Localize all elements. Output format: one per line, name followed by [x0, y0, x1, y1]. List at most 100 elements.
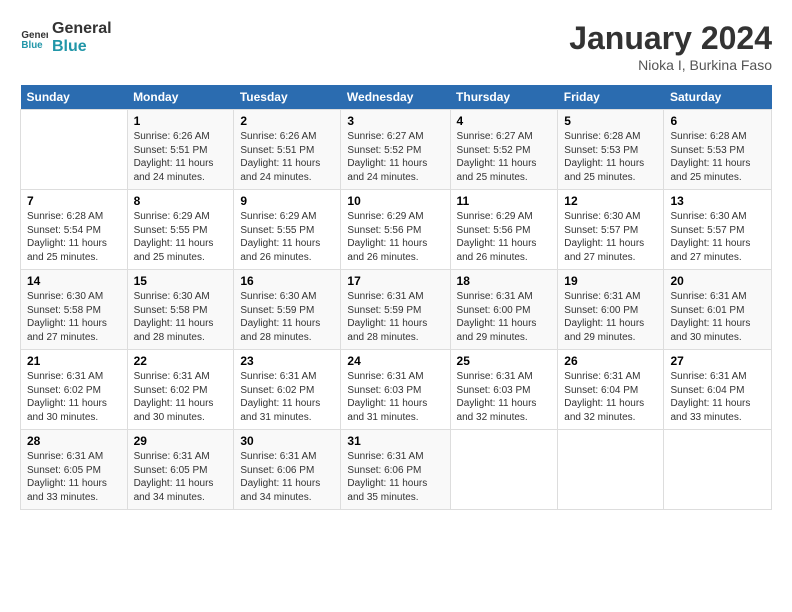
day-info: Sunrise: 6:30 AM Sunset: 5:58 PM Dayligh…	[27, 290, 121, 344]
day-number: 13	[670, 194, 765, 208]
calendar-cell: 30 Sunrise: 6:31 AM Sunset: 6:06 PM Dayli…	[234, 430, 341, 510]
calendar-cell: 18Sunrise: 6:31 AM Sunset: 6:00 PM Dayli…	[450, 270, 558, 350]
day-info: Sunrise: 6:30 AM Sunset: 5:57 PM Dayligh…	[564, 210, 657, 264]
calendar-cell: 13 Sunrise: 6:30 AM Sunset: 5:57 PM Dayli…	[664, 190, 772, 270]
logo: General Blue General Blue	[20, 20, 112, 55]
calendar-cell: 7 Sunrise: 6:28 AM Sunset: 5:54 PM Daylig…	[21, 190, 128, 270]
day-info: Sunrise: 6:31 AM Sunset: 6:03 PM Dayligh…	[347, 370, 443, 424]
day-header-thursday: Thursday	[450, 85, 558, 110]
calendar-cell: 27 Sunrise: 6:31 AM Sunset: 6:04 PM Dayli…	[664, 350, 772, 430]
day-info: Sunrise: 6:31 AM Sunset: 6:06 PM Dayligh…	[240, 450, 334, 504]
day-number: 28	[27, 434, 121, 448]
day-number: 10	[347, 194, 443, 208]
day-info: Sunrise: 6:31 AM Sunset: 6:02 PM Dayligh…	[27, 370, 121, 424]
logo-general: General	[52, 20, 112, 38]
calendar-cell: 14 Sunrise: 6:30 AM Sunset: 5:58 PM Dayli…	[21, 270, 128, 350]
calendar-cell: 26 Sunrise: 6:31 AM Sunset: 6:04 PM Dayli…	[558, 350, 664, 430]
calendar-cell: 6 Sunrise: 6:28 AM Sunset: 5:53 PM Daylig…	[664, 110, 772, 190]
day-info: Sunrise: 6:30 AM Sunset: 5:57 PM Dayligh…	[670, 210, 765, 264]
day-header-wednesday: Wednesday	[341, 85, 450, 110]
day-number: 21	[27, 354, 121, 368]
day-header-saturday: Saturday	[664, 85, 772, 110]
calendar-cell: 4Sunrise: 6:27 AM Sunset: 5:52 PM Daylig…	[450, 110, 558, 190]
calendar-cell: 15Sunrise: 6:30 AM Sunset: 5:58 PM Dayli…	[127, 270, 234, 350]
day-number: 3	[347, 114, 443, 128]
svg-text:Blue: Blue	[21, 39, 43, 50]
calendar-cell	[664, 430, 772, 510]
calendar-cell: 3 Sunrise: 6:27 AM Sunset: 5:52 PM Daylig…	[341, 110, 450, 190]
calendar-cell: 23Sunrise: 6:31 AM Sunset: 6:02 PM Dayli…	[234, 350, 341, 430]
day-info: Sunrise: 6:31 AM Sunset: 6:04 PM Dayligh…	[564, 370, 657, 424]
calendar-cell: 19Sunrise: 6:31 AM Sunset: 6:00 PM Dayli…	[558, 270, 664, 350]
day-number: 16	[240, 274, 334, 288]
calendar-cell: 16 Sunrise: 6:30 AM Sunset: 5:59 PM Dayli…	[234, 270, 341, 350]
calendar-cell: 29 Sunrise: 6:31 AM Sunset: 6:05 PM Dayli…	[127, 430, 234, 510]
calendar-cell: 2 Sunrise: 6:26 AM Sunset: 5:51 PM Daylig…	[234, 110, 341, 190]
location-subtitle: Nioka I, Burkina Faso	[569, 57, 772, 73]
day-number: 17	[347, 274, 443, 288]
week-row-1: 1 Sunrise: 6:26 AM Sunset: 5:51 PM Daylig…	[21, 110, 772, 190]
day-number: 22	[134, 354, 228, 368]
calendar-cell	[450, 430, 558, 510]
day-number: 31	[347, 434, 443, 448]
day-number: 12	[564, 194, 657, 208]
calendar-header-row: SundayMondayTuesdayWednesdayThursdayFrid…	[21, 85, 772, 110]
calendar-cell	[21, 110, 128, 190]
day-number: 30	[240, 434, 334, 448]
day-info: Sunrise: 6:31 AM Sunset: 6:04 PM Dayligh…	[670, 370, 765, 424]
day-info: Sunrise: 6:29 AM Sunset: 5:55 PM Dayligh…	[134, 210, 228, 264]
day-info: Sunrise: 6:26 AM Sunset: 5:51 PM Dayligh…	[134, 130, 228, 184]
week-row-5: 28 Sunrise: 6:31 AM Sunset: 6:05 PM Dayli…	[21, 430, 772, 510]
calendar-cell: 8 Sunrise: 6:29 AM Sunset: 5:55 PM Daylig…	[127, 190, 234, 270]
calendar-cell: 21 Sunrise: 6:31 AM Sunset: 6:02 PM Dayli…	[21, 350, 128, 430]
week-row-2: 7 Sunrise: 6:28 AM Sunset: 5:54 PM Daylig…	[21, 190, 772, 270]
day-number: 27	[670, 354, 765, 368]
day-number: 25	[457, 354, 552, 368]
day-info: Sunrise: 6:31 AM Sunset: 6:03 PM Dayligh…	[457, 370, 552, 424]
day-header-tuesday: Tuesday	[234, 85, 341, 110]
day-info: Sunrise: 6:31 AM Sunset: 6:01 PM Dayligh…	[670, 290, 765, 344]
day-info: Sunrise: 6:31 AM Sunset: 6:06 PM Dayligh…	[347, 450, 443, 504]
day-number: 7	[27, 194, 121, 208]
page-header: General Blue General Blue January 2024 N…	[20, 20, 772, 73]
day-number: 4	[457, 114, 552, 128]
day-info: Sunrise: 6:28 AM Sunset: 5:53 PM Dayligh…	[670, 130, 765, 184]
day-number: 2	[240, 114, 334, 128]
day-info: Sunrise: 6:31 AM Sunset: 5:59 PM Dayligh…	[347, 290, 443, 344]
calendar-table: SundayMondayTuesdayWednesdayThursdayFrid…	[20, 85, 772, 510]
day-info: Sunrise: 6:31 AM Sunset: 6:02 PM Dayligh…	[240, 370, 334, 424]
calendar-cell: 22Sunrise: 6:31 AM Sunset: 6:02 PM Dayli…	[127, 350, 234, 430]
day-number: 29	[134, 434, 228, 448]
day-info: Sunrise: 6:29 AM Sunset: 5:56 PM Dayligh…	[347, 210, 443, 264]
day-info: Sunrise: 6:28 AM Sunset: 5:53 PM Dayligh…	[564, 130, 657, 184]
day-info: Sunrise: 6:30 AM Sunset: 5:59 PM Dayligh…	[240, 290, 334, 344]
calendar-cell: 17 Sunrise: 6:31 AM Sunset: 5:59 PM Dayli…	[341, 270, 450, 350]
day-info: Sunrise: 6:31 AM Sunset: 6:00 PM Dayligh…	[564, 290, 657, 344]
month-title: January 2024	[569, 20, 772, 57]
day-header-sunday: Sunday	[21, 85, 128, 110]
day-info: Sunrise: 6:29 AM Sunset: 5:56 PM Dayligh…	[457, 210, 552, 264]
calendar-cell: 24Sunrise: 6:31 AM Sunset: 6:03 PM Dayli…	[341, 350, 450, 430]
day-number: 11	[457, 194, 552, 208]
calendar-cell: 9Sunrise: 6:29 AM Sunset: 5:55 PM Daylig…	[234, 190, 341, 270]
day-header-friday: Friday	[558, 85, 664, 110]
day-number: 8	[134, 194, 228, 208]
day-header-monday: Monday	[127, 85, 234, 110]
day-info: Sunrise: 6:28 AM Sunset: 5:54 PM Dayligh…	[27, 210, 121, 264]
day-info: Sunrise: 6:31 AM Sunset: 6:05 PM Dayligh…	[134, 450, 228, 504]
day-info: Sunrise: 6:31 AM Sunset: 6:00 PM Dayligh…	[457, 290, 552, 344]
day-number: 14	[27, 274, 121, 288]
day-number: 15	[134, 274, 228, 288]
day-number: 6	[670, 114, 765, 128]
day-info: Sunrise: 6:26 AM Sunset: 5:51 PM Dayligh…	[240, 130, 334, 184]
logo-icon: General Blue	[20, 24, 48, 52]
calendar-cell	[558, 430, 664, 510]
title-section: January 2024 Nioka I, Burkina Faso	[569, 20, 772, 73]
day-number: 26	[564, 354, 657, 368]
calendar-cell: 31 Sunrise: 6:31 AM Sunset: 6:06 PM Dayli…	[341, 430, 450, 510]
day-info: Sunrise: 6:31 AM Sunset: 6:05 PM Dayligh…	[27, 450, 121, 504]
day-info: Sunrise: 6:27 AM Sunset: 5:52 PM Dayligh…	[347, 130, 443, 184]
calendar-cell: 5Sunrise: 6:28 AM Sunset: 5:53 PM Daylig…	[558, 110, 664, 190]
day-number: 9	[240, 194, 334, 208]
day-number: 1	[134, 114, 228, 128]
